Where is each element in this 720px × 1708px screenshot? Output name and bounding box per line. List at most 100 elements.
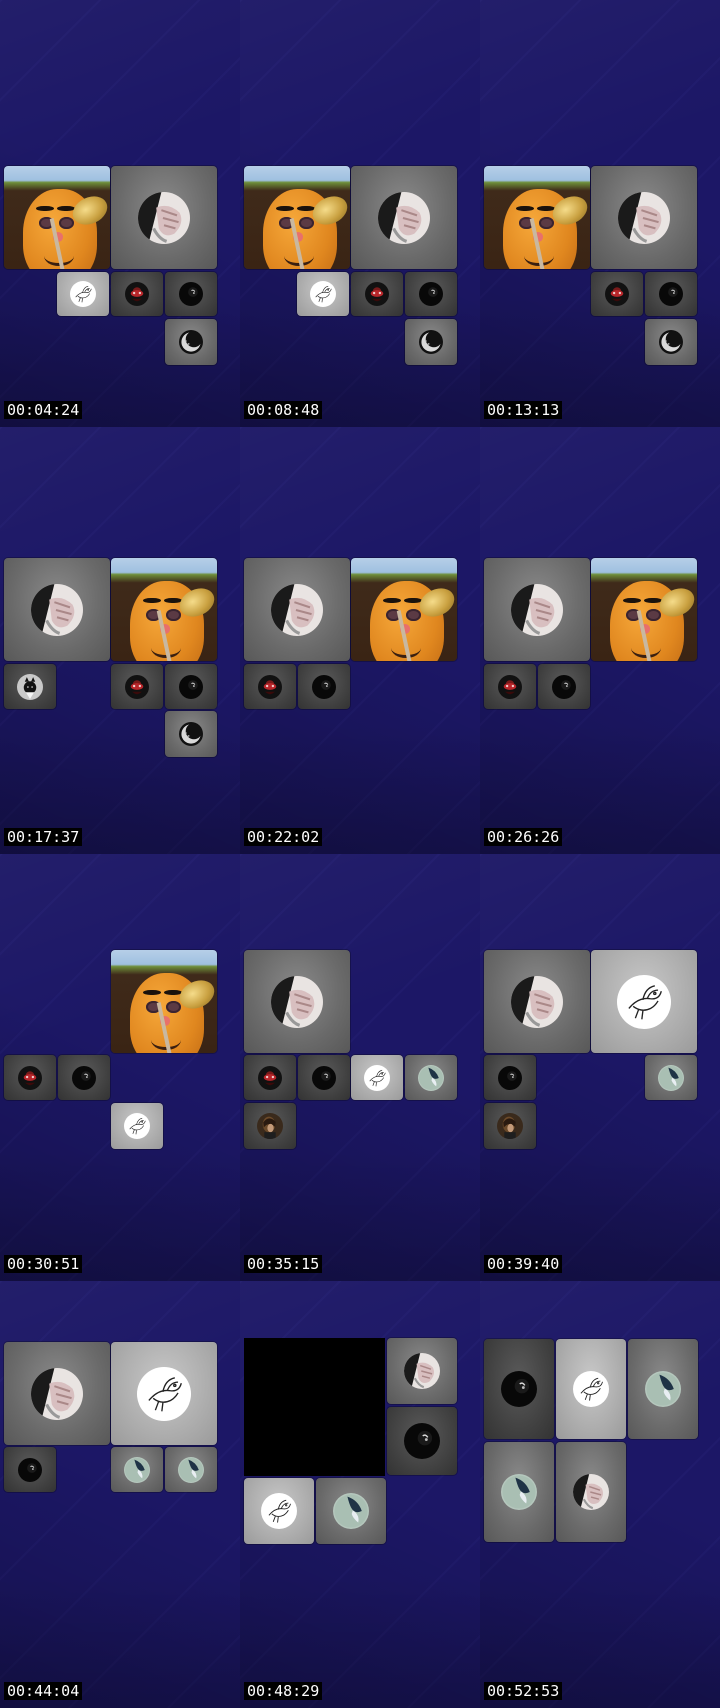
- participant-tile[interactable]: [111, 664, 163, 709]
- participant-tile[interactable]: [484, 1442, 554, 1542]
- bird-drawing-avatar-icon: [70, 281, 96, 307]
- dark-avatar-icon: [312, 1065, 336, 1090]
- earth-avatar-icon: [645, 1371, 681, 1407]
- bird-drawing-avatar-icon: [573, 1371, 609, 1407]
- earth-avatar-icon: [501, 1474, 537, 1510]
- video-tile[interactable]: [484, 166, 590, 269]
- hand-avatar-icon: [404, 1353, 440, 1389]
- participant-tile[interactable]: [405, 1055, 457, 1100]
- person-avatar-icon: [257, 1113, 283, 1139]
- participant-tile[interactable]: [4, 1055, 56, 1100]
- red-figure-avatar-icon: [605, 282, 629, 306]
- participant-tile[interactable]: [4, 1447, 56, 1492]
- participant-tile[interactable]: [484, 1339, 554, 1439]
- participant-tile[interactable]: [484, 1055, 536, 1100]
- participant-tile[interactable]: [111, 166, 217, 269]
- earth-avatar-icon: [418, 1064, 444, 1091]
- participant-tile[interactable]: [244, 1055, 296, 1100]
- video-tile[interactable]: [244, 166, 350, 269]
- participant-tile[interactable]: [591, 950, 697, 1053]
- participant-tile[interactable]: [556, 1339, 626, 1439]
- bird-drawing-avatar-icon: [617, 974, 671, 1029]
- participant-tile[interactable]: [297, 272, 349, 316]
- participant-tile[interactable]: [538, 664, 590, 709]
- red-figure-avatar-icon: [365, 282, 389, 306]
- person-avatar-icon: [497, 1113, 523, 1139]
- participant-tile[interactable]: [645, 1055, 697, 1100]
- frame-timestamp: 00:22:02: [244, 828, 323, 846]
- dark-avatar-icon: [659, 282, 683, 306]
- video-tile[interactable]: [591, 558, 697, 661]
- participant-tile[interactable]: [351, 1055, 403, 1100]
- participant-tile[interactable]: [405, 272, 457, 316]
- participant-tile[interactable]: [57, 272, 109, 316]
- frame-timestamp: 00:04:24: [4, 401, 83, 419]
- frame-timestamp: 00:30:51: [4, 1255, 83, 1273]
- participant-tile[interactable]: [298, 664, 350, 709]
- participant-tile[interactable]: [351, 272, 403, 316]
- hand-avatar-icon: [618, 191, 670, 244]
- video-tile[interactable]: [111, 558, 217, 661]
- hand-avatar-icon: [31, 1367, 83, 1420]
- frame-timestamp: 00:44:04: [4, 1682, 83, 1700]
- participant-tile[interactable]: [111, 1103, 163, 1149]
- video-tile[interactable]: [111, 950, 217, 1053]
- red-figure-avatar-icon: [18, 1065, 42, 1090]
- participant-tile[interactable]: [645, 319, 697, 365]
- participant-tile[interactable]: [387, 1338, 457, 1404]
- dark-avatar-icon: [18, 1457, 42, 1482]
- participant-tile[interactable]: [591, 166, 697, 269]
- participant-tile[interactable]: [165, 711, 217, 757]
- participant-tile[interactable]: [111, 272, 163, 316]
- participant-tile[interactable]: [165, 664, 217, 709]
- dark-avatar-icon: [179, 674, 203, 699]
- participant-tile[interactable]: [591, 272, 643, 316]
- dark-avatar-icon: [498, 1065, 522, 1090]
- participant-tile[interactable]: [165, 319, 217, 365]
- hand-avatar-icon: [573, 1474, 609, 1510]
- cat-avatar-icon: [17, 673, 43, 700]
- frame-timestamp: 00:13:13: [484, 401, 563, 419]
- participant-tile[interactable]: [244, 664, 296, 709]
- bird-drawing-avatar-icon: [364, 1064, 390, 1091]
- participant-tile[interactable]: [244, 950, 350, 1053]
- participant-tile[interactable]: [244, 1478, 314, 1544]
- hand-avatar-icon: [378, 191, 430, 244]
- moon-avatar-icon: [179, 722, 203, 746]
- video-tile[interactable]: [4, 166, 110, 269]
- hand-avatar-icon: [271, 975, 323, 1028]
- participant-tile[interactable]: [484, 950, 590, 1053]
- participant-tile[interactable]: [244, 558, 350, 661]
- participant-tile[interactable]: [111, 1342, 217, 1445]
- frame-timestamp: 00:35:15: [244, 1255, 323, 1273]
- participant-tile[interactable]: [351, 166, 457, 269]
- screen-share-tile[interactable]: [244, 1338, 385, 1476]
- bird-drawing-avatar-icon: [124, 1113, 150, 1139]
- participant-tile[interactable]: [484, 664, 536, 709]
- video-tile[interactable]: [351, 558, 457, 661]
- participant-tile[interactable]: [484, 1103, 536, 1149]
- participant-tile[interactable]: [628, 1339, 698, 1439]
- bird-drawing-avatar-icon: [310, 281, 336, 307]
- participant-tile[interactable]: [645, 272, 697, 316]
- dark-avatar-icon: [312, 674, 336, 699]
- participant-tile[interactable]: [405, 319, 457, 365]
- frame-timestamp: 00:48:29: [244, 1682, 323, 1700]
- participant-tile[interactable]: [556, 1442, 626, 1542]
- participant-tile[interactable]: [4, 1342, 110, 1445]
- participant-tile[interactable]: [111, 1447, 163, 1492]
- participant-tile[interactable]: [316, 1478, 386, 1544]
- participant-tile[interactable]: [298, 1055, 350, 1100]
- frame-timestamp: 00:52:53: [484, 1682, 563, 1700]
- participant-tile[interactable]: [244, 1103, 296, 1149]
- participant-tile[interactable]: [484, 558, 590, 661]
- participant-tile[interactable]: [387, 1407, 457, 1475]
- participant-tile[interactable]: [165, 1447, 217, 1492]
- participant-tile[interactable]: [4, 558, 110, 661]
- participant-tile[interactable]: [165, 272, 217, 316]
- participant-tile[interactable]: [58, 1055, 110, 1100]
- frame-panel: 00:17:37: [0, 427, 240, 854]
- earth-avatar-icon: [658, 1064, 684, 1091]
- earth-avatar-icon: [124, 1456, 150, 1483]
- participant-tile[interactable]: [4, 664, 56, 709]
